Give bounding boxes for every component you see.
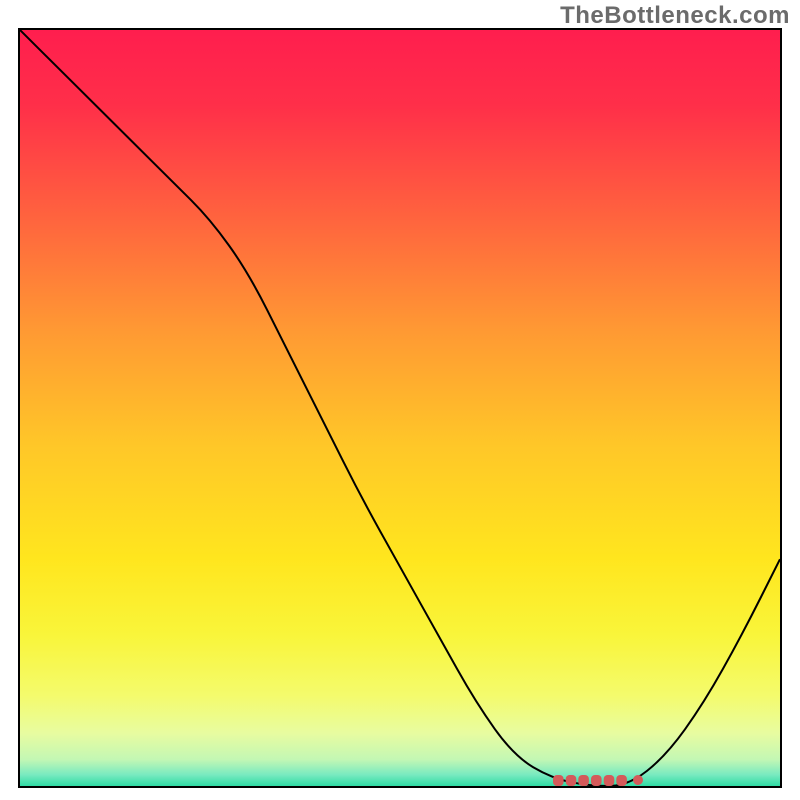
watermark: TheBottleneck.com: [560, 2, 790, 30]
chart-container: TheBottleneck.com: [0, 0, 800, 800]
chart-plot-area: [20, 30, 780, 786]
chart-svg: [20, 30, 780, 786]
